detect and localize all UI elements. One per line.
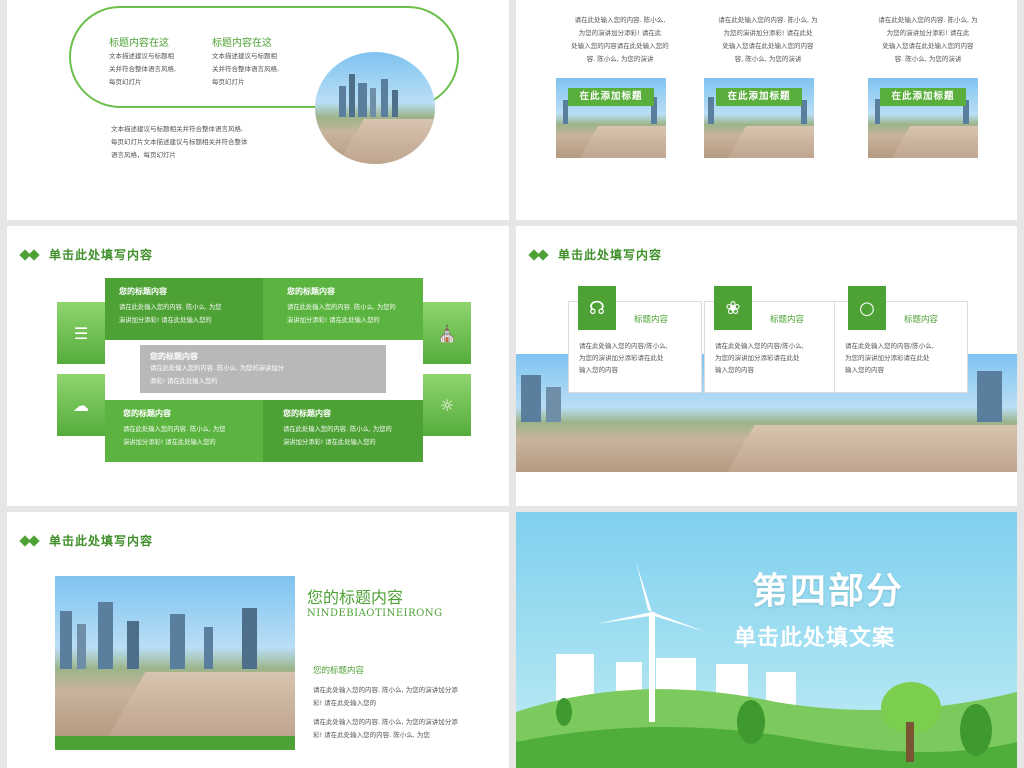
slide-1[interactable]: 标题内容在这 标题内容在这 文本描述建议与标题相 关并符合整体语言风格, 每页幻灯片… (7, 0, 509, 220)
photo-bar (55, 736, 295, 750)
heading-right: 标题内容在这 (212, 38, 272, 49)
section-header: 单击此处填写内容 (19, 246, 154, 263)
column-banner-1: 在此添加标题 (568, 88, 654, 106)
city-walkway-photo (315, 52, 435, 164)
slide-5[interactable]: 单击此处填写内容 您的标题内容 NINDEBIAOTINEIRONG 您的标题内… (7, 512, 509, 768)
diamond-icon (528, 248, 550, 261)
section-title: 单击此处填写内容 (49, 534, 154, 548)
content-box-1: 您的标题内容 请在此处输入您的内容. 陈小么, 为您 演讲加分添彩! 请在此处输入… (105, 278, 263, 340)
paragraph-2: 请在此处输入您的内容. 陈小么, 为您的演讲加分添 彩! 请在此处输入您的内容. … (313, 718, 458, 739)
diamond-icon (19, 534, 41, 547)
content-subheading: 您的标题内容 (313, 666, 365, 676)
card-title-2: 标题内容 (770, 315, 805, 325)
content-box-5: 您的标题内容 请在此处输入您的内容. 陈小么, 为您的 演讲加分添彩! 请在此处输… (263, 400, 423, 462)
section-header: 单击此处填写内容 (528, 246, 663, 263)
section-title: 单击此处填写内容 (558, 248, 663, 262)
slide-4[interactable]: 单击此处填写内容 请在此处输入您的内容/陈小么, 为您的演讲加分添彩请在此处 输入您… (516, 226, 1017, 506)
content-box-4: 您的标题内容 请在此处输入您的内容. 陈小么, 为您 演讲加分添彩! 请在此处输入… (105, 400, 263, 462)
heading-left: 标题内容在这 (109, 38, 169, 49)
cloud-download-icon: ☁ (57, 374, 105, 436)
column-text-1: 请在此处输入您的内容. 陈小么, 为您的演讲加分添彩! 请在此 处输入您的内容请在… (571, 16, 669, 63)
section-header: 单击此处填写内容 (19, 532, 154, 549)
paragraph-1: 请在此处输入您的内容. 陈小么, 为您的演讲加分添 彩! 请在此处输入您的 (313, 686, 458, 707)
card-title-3: 标题内容 (904, 315, 939, 325)
content-title: 您的标题内容 (307, 588, 404, 607)
apple-icon: ○ (848, 286, 886, 330)
column-banner-2: 在此添加标题 (716, 88, 802, 106)
slide-3[interactable]: 单击此处填写内容 您的标题内容 请在此处输入您的内容. 陈小么, 为您 演讲加分添… (7, 226, 509, 506)
headphones-icon: ☊ (578, 286, 616, 330)
section-number-title: 第四部分 (752, 570, 905, 612)
section-subtitle: 单击此处填文案 (734, 625, 896, 651)
leaf-icon: ❀ (714, 286, 752, 330)
column-text-3: 请在此处输入您的内容. 陈小么, 为为您的演讲加分添彩! 请在此 处输入您请在此… (878, 16, 978, 63)
lightbulb-icon: ☼ (423, 374, 471, 436)
bank-icon: ⛪ (423, 302, 471, 364)
card-title-1: 标题内容 (634, 315, 669, 325)
slide-2[interactable]: 请在此处输入您的内容. 陈小么, 为您的演讲加分添彩! 请在此 处输入您的内容请在… (516, 0, 1017, 220)
diamond-icon (19, 248, 41, 261)
content-box-3: 您的标题内容 请在此处输入您的内容. 陈小么, 为您的演讲加分 添彩! 请在此处输… (137, 342, 389, 396)
text-left: 文本描述建议与标题相 关并符合整体语言风格, 每页幻灯片 (109, 52, 177, 86)
database-icon: ☰ (57, 302, 105, 364)
text-right: 文本描述建议与标题相 关并符合整体语言风格, 每页幻灯片 (212, 52, 280, 86)
column-banner-3: 在此添加标题 (880, 88, 966, 106)
content-box-2: 您的标题内容 请在此处输入您的内容. 陈小么, 为您的 演讲加分添彩! 请在此处输… (263, 278, 423, 340)
section-title: 单击此处填写内容 (49, 248, 154, 262)
slide-6[interactable]: 第四部分 单击此处填文案 (516, 512, 1017, 768)
bottom-text: 文本描述建议与标题相关并符合整体语言风格, 每页幻灯片文本描述建议与标题相关并符合… (111, 125, 248, 159)
column-text-2: 请在此处输入您的内容. 陈小么, 为为您的演讲加分添彩! 请在此处 处输入您请在… (718, 16, 818, 63)
city-walkway-photo (55, 576, 295, 736)
content-subtitle: NINDEBIAOTINEIRONG (307, 608, 443, 619)
